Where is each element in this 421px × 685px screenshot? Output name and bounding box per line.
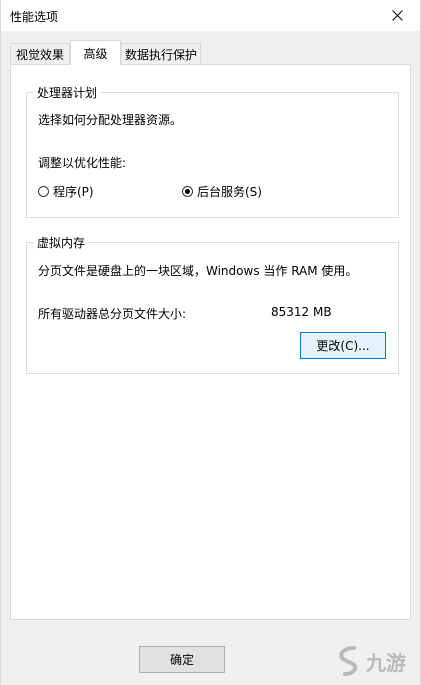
tab-advanced[interactable]: 高级 — [70, 40, 121, 65]
change-button[interactable]: 更改(C)... — [300, 332, 386, 359]
virtual-memory-title: 虚拟内存 — [34, 234, 89, 251]
advanced-tab-panel: 处理器计划 选择如何分配处理器资源。 调整以优化性能: 程序(P) 后台服务(S… — [10, 64, 411, 620]
watermark-text: 九游 — [366, 650, 406, 675]
total-paging-file-value: 85312 MB — [271, 305, 332, 319]
tab-visual-effects[interactable]: 视觉效果 — [10, 43, 70, 64]
radio-programs-circle — [38, 186, 49, 197]
radio-programs-label: 程序(P) — [53, 185, 94, 199]
radio-background-services-label: 后台服务(S) — [197, 185, 262, 199]
processor-scheduling-group: 处理器计划 选择如何分配处理器资源。 调整以优化性能: 程序(P) 后台服务(S… — [26, 84, 399, 218]
radio-background-services-circle — [182, 186, 193, 197]
processor-scheduling-title: 处理器计划 — [34, 84, 101, 101]
close-button[interactable] — [374, 0, 420, 31]
title-bar: 性能选项 — [1, 0, 420, 31]
ok-button[interactable]: 确定 — [139, 646, 225, 673]
watermark-icon — [339, 646, 358, 676]
watermark-logo: 九游 — [334, 641, 414, 681]
tab-data-execution-prevention[interactable]: 数据执行保护 — [121, 43, 201, 64]
adjust-label: 调整以优化性能: — [38, 156, 127, 170]
window-title: 性能选项 — [10, 10, 59, 24]
performance-options-window: 性能选项 视觉效果 高级 数据执行保护 处理器计划 选择如何分配处理器资源。 调… — [0, 0, 421, 685]
close-icon — [391, 10, 403, 21]
total-paging-file-label: 所有驱动器总分页文件大小: — [38, 307, 187, 321]
processor-description: 选择如何分配处理器资源。 — [38, 113, 183, 127]
virtual-memory-description: 分页文件是硬盘上的一块区域，Windows 当作 RAM 使用。 — [38, 264, 358, 278]
radio-background-services[interactable]: 后台服务(S) — [182, 183, 262, 200]
virtual-memory-group: 虚拟内存 分页文件是硬盘上的一块区域，Windows 当作 RAM 使用。 所有… — [26, 234, 399, 374]
radio-programs[interactable]: 程序(P) — [38, 183, 94, 200]
